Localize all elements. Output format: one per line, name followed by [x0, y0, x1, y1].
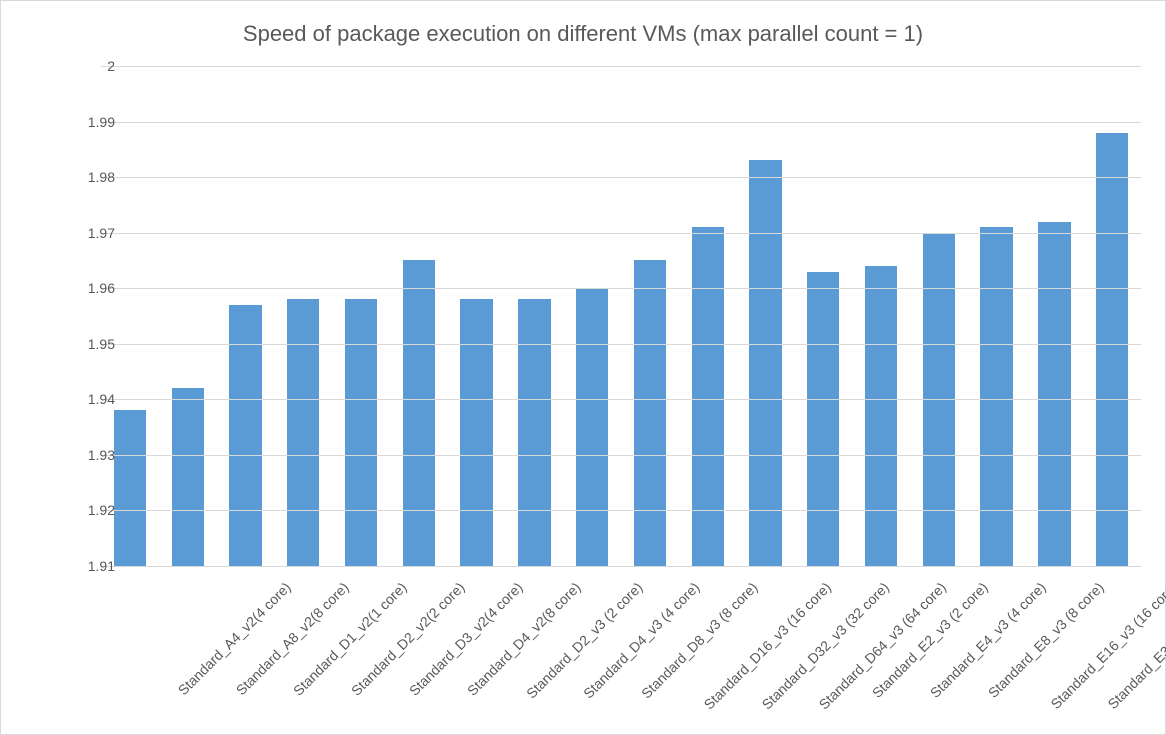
chart-container: Speed of package execution on different …	[0, 0, 1166, 735]
x-label-slot: Standard_D1_v2(1 core)	[217, 571, 275, 731]
gridline	[101, 399, 1141, 400]
bar	[287, 299, 319, 566]
gridline	[101, 288, 1141, 289]
gridline	[101, 177, 1141, 178]
bar-slot	[1083, 66, 1141, 566]
x-label-slot: Standard_D4_v2(8 core)	[390, 571, 448, 731]
gridline	[101, 66, 1141, 67]
bar-slot	[505, 66, 563, 566]
bar-slot	[679, 66, 737, 566]
bar-slot	[217, 66, 275, 566]
bar-slot	[101, 66, 159, 566]
x-label-slot: Standard_D2_v3 (2 core)	[448, 571, 506, 731]
bar	[345, 299, 377, 566]
bar	[172, 388, 204, 566]
y-tick-label: 1.96	[55, 280, 115, 296]
bar-slot	[563, 66, 621, 566]
x-label-slot: Standard_A4_v2(4 core)	[101, 571, 159, 731]
gridline	[101, 233, 1141, 234]
y-tick-label: 1.93	[55, 447, 115, 463]
bar-slot	[390, 66, 448, 566]
bar	[692, 227, 724, 566]
x-label-slot: Standard_D2_v2(2 core)	[274, 571, 332, 731]
x-label-slot: Standard_D8_v3 (8 core)	[563, 571, 621, 731]
bar	[114, 410, 146, 566]
bar-slot	[159, 66, 217, 566]
x-label-slot: Standard_E16_v3 (16 core)	[968, 571, 1026, 731]
bar-slot	[737, 66, 795, 566]
x-label-slot: Standard_E2_v3 (2 core)	[794, 571, 852, 731]
y-tick-label: 1.98	[55, 169, 115, 185]
x-label-slot: Standard_E8_v3 (8 core)	[910, 571, 968, 731]
y-tick-label: 1.94	[55, 391, 115, 407]
x-label-slot: Standard_D3_v2(4 core)	[332, 571, 390, 731]
y-tick-label: 1.92	[55, 502, 115, 518]
y-tick-label: 1.91	[55, 558, 115, 574]
bar-slot	[332, 66, 390, 566]
bar-slot	[448, 66, 506, 566]
gridline	[101, 510, 1141, 511]
x-axis-labels: Standard_A4_v2(4 core)Standard_A8_v2(8 c…	[101, 571, 1141, 731]
bars-group	[101, 66, 1141, 566]
gridline	[101, 455, 1141, 456]
x-label-slot: Standard_E64_v3 (64 core)	[1083, 571, 1141, 731]
bar-slot	[274, 66, 332, 566]
gridline	[101, 566, 1141, 567]
x-label-slot: Standard_E4_v3 (4 core)	[852, 571, 910, 731]
bar	[634, 260, 666, 566]
x-label-slot: Standard_D4_v3 (4 core)	[505, 571, 563, 731]
bar-slot	[910, 66, 968, 566]
bar-slot	[1026, 66, 1084, 566]
x-label-slot: Standard_D16_v3 (16 core)	[621, 571, 679, 731]
bar	[980, 227, 1012, 566]
bar	[807, 272, 839, 566]
x-label-slot: Standard_D64_v3 (64 core)	[737, 571, 795, 731]
gridline	[101, 122, 1141, 123]
y-tick-label: 1.99	[55, 114, 115, 130]
bar-slot	[852, 66, 910, 566]
y-tick-label: 2	[55, 58, 115, 74]
bar-slot	[794, 66, 852, 566]
bar	[518, 299, 550, 566]
gridline	[101, 344, 1141, 345]
bar	[1096, 133, 1128, 566]
bar	[576, 288, 608, 566]
bar-slot	[621, 66, 679, 566]
x-label-slot: Standard_A8_v2(8 core)	[159, 571, 217, 731]
bar	[865, 266, 897, 566]
chart-title: Speed of package execution on different …	[1, 21, 1165, 47]
bar-slot	[968, 66, 1026, 566]
bar	[1038, 222, 1070, 566]
x-label-slot: Standard_D32_v3 (32 core)	[679, 571, 737, 731]
y-tick-label: 1.97	[55, 225, 115, 241]
bar	[403, 260, 435, 566]
y-tick-label: 1.95	[55, 336, 115, 352]
plot-area	[101, 66, 1141, 566]
bar	[749, 160, 781, 566]
x-label-slot: Standard_E32_v3 (32 core)	[1026, 571, 1084, 731]
bar	[460, 299, 492, 566]
